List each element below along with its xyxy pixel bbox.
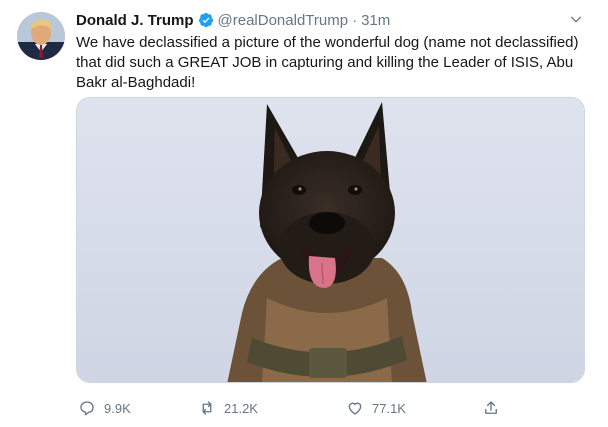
reply-icon (80, 401, 94, 416)
verified-badge-icon (198, 12, 213, 28)
like-count: 77.1K (372, 400, 406, 416)
retweet-icon (202, 401, 212, 415)
handle[interactable]: @realDonaldTrump (218, 12, 349, 29)
separator-dot: · (352, 11, 358, 29)
retweet-button[interactable]: 21.2K (198, 397, 258, 419)
tweet-header: Donald J. Trump @realDonaldTrump · 31m (76, 10, 390, 30)
retweet-count: 21.2K (224, 400, 258, 416)
tweet-text: We have declassified a picture of the wo… (76, 34, 579, 91)
chevron-down-icon[interactable] (568, 11, 584, 27)
reply-count: 9.9K (104, 400, 131, 416)
share-button[interactable] (482, 397, 508, 419)
reply-button[interactable]: 9.9K (78, 397, 131, 419)
like-button[interactable]: 77.1K (346, 397, 406, 419)
timestamp[interactable]: 31m (361, 12, 390, 29)
heart-icon (348, 402, 362, 415)
avatar-image (17, 12, 65, 60)
display-name[interactable]: Donald J. Trump (76, 12, 194, 29)
avatar[interactable] (17, 12, 65, 60)
tweet[interactable]: Donald J. Trump @realDonaldTrump · 31m W… (0, 0, 608, 427)
dog-photo (77, 98, 584, 382)
tweet-media[interactable] (76, 97, 585, 383)
share-icon (485, 401, 497, 414)
